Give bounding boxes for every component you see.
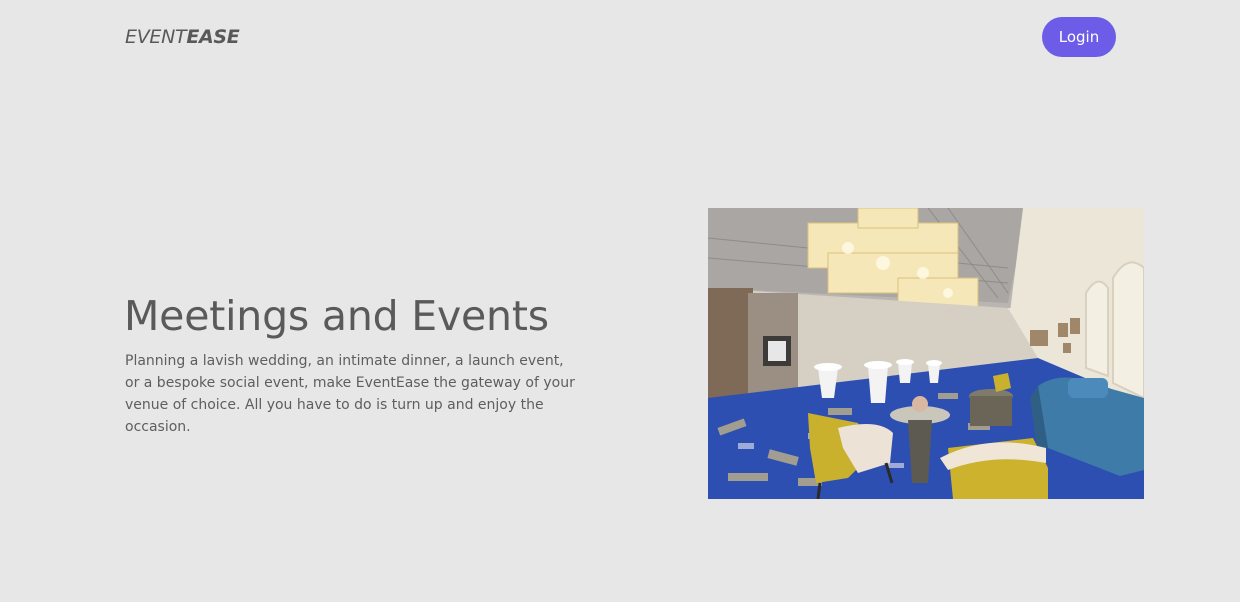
landing-page: EVENTEASE Login Meetings and Events Plan…	[0, 0, 1240, 602]
login-button[interactable]: Login	[1042, 17, 1116, 57]
hero-title: Meetings and Events	[124, 292, 549, 340]
hero-description: Planning a lavish wedding, an intimate d…	[125, 353, 575, 435]
logo-text-bold: EASE	[186, 26, 240, 48]
logo-text-light: EVENT	[125, 26, 187, 48]
venue-hall-image	[708, 208, 1144, 499]
brand-logo[interactable]: EVENTEASE	[125, 26, 240, 48]
